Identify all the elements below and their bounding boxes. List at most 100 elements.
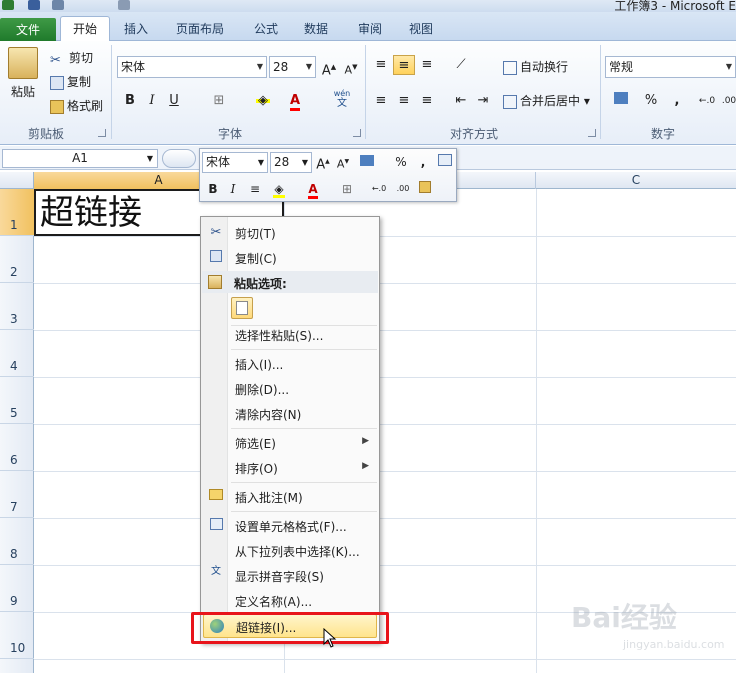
row-header[interactable]: 2: [0, 236, 34, 283]
row-header[interactable]: 1: [0, 189, 34, 236]
decrease-decimal-button[interactable]: .00: [718, 91, 736, 111]
copy-button[interactable]: 复制: [50, 73, 91, 91]
orientation-button[interactable]: ⟋: [450, 55, 472, 75]
menu-item-cut[interactable]: ✂ 剪切(T): [203, 221, 377, 245]
tab-formulas[interactable]: 公式: [248, 17, 284, 41]
tab-data[interactable]: 数据: [298, 17, 334, 41]
accounting-format-button[interactable]: [610, 91, 632, 111]
italic-button[interactable]: I: [141, 91, 163, 111]
row-header[interactable]: 7: [0, 471, 34, 518]
row-header[interactable]: 3: [0, 283, 34, 330]
name-box[interactable]: A1 ▼: [2, 149, 158, 168]
tab-file[interactable]: 文件: [0, 18, 56, 41]
mini-format-button[interactable]: [358, 153, 376, 171]
row-header[interactable]: 5: [0, 377, 34, 424]
mini-italic-button[interactable]: I: [224, 180, 242, 198]
menu-item-show-phonetic[interactable]: 文 显示拼音字段(S): [203, 564, 377, 588]
gridline: [34, 283, 736, 284]
menu-item-copy[interactable]: 复制(C): [203, 246, 377, 270]
align-top-button[interactable]: ≡: [370, 55, 392, 75]
row-header[interactable]: 9: [0, 565, 34, 612]
alignment-launcher-icon[interactable]: [588, 129, 596, 137]
save-icon[interactable]: [28, 0, 40, 10]
merge-icon: [503, 94, 517, 109]
row-header[interactable]: 10: [0, 612, 34, 659]
font-launcher-icon[interactable]: [353, 129, 361, 137]
mini-comma-button[interactable]: ,: [414, 153, 432, 171]
phonetic-button[interactable]: wén 文: [328, 89, 356, 109]
currency-icon: [614, 92, 628, 104]
mini-percent-button[interactable]: %: [392, 153, 410, 171]
customize-qat-icon[interactable]: [118, 0, 130, 10]
column-header-c[interactable]: C: [536, 172, 736, 189]
align-left-button[interactable]: ≡: [370, 91, 392, 111]
mini-font-combo[interactable]: 宋体 ▼: [202, 152, 268, 173]
font-color-button[interactable]: A: [284, 91, 306, 111]
wrap-text-button[interactable]: 自动换行: [503, 58, 568, 76]
cut-button[interactable]: ✂ 剪切: [50, 49, 93, 68]
bold-button[interactable]: B: [119, 91, 141, 111]
menu-item-delete[interactable]: 删除(D)...: [203, 377, 377, 401]
menu-item-filter[interactable]: 筛选(E) ▶: [203, 431, 377, 455]
row-header[interactable]: 8: [0, 518, 34, 565]
align-middle-button[interactable]: ≡: [393, 55, 415, 75]
row-header[interactable]: 4: [0, 330, 34, 377]
align-bottom-button[interactable]: ≡: [416, 55, 438, 75]
menu-item-insert[interactable]: 插入(I)...: [203, 352, 377, 376]
menu-item-insert-comment[interactable]: 插入批注(M): [203, 485, 377, 509]
chevron-down-icon: ▼: [725, 62, 732, 71]
tab-view[interactable]: 视图: [403, 17, 439, 41]
mini-size-combo[interactable]: 28 ▼: [270, 152, 312, 173]
mini-format-cells-icon[interactable]: [436, 153, 454, 171]
underline-button[interactable]: U: [163, 91, 185, 111]
mini-fill-color-button[interactable]: ◈: [270, 180, 288, 198]
tab-page-layout[interactable]: 页面布局: [170, 17, 230, 41]
font-name-combo[interactable]: 宋体 ▼: [117, 56, 267, 78]
select-all-corner[interactable]: [0, 172, 34, 189]
watermark-logo: Bai经验: [571, 601, 677, 634]
increase-indent-button[interactable]: ⇥: [472, 91, 494, 111]
shrink-font-button[interactable]: A▼: [340, 57, 362, 77]
menu-item-format-cells[interactable]: 设置单元格格式(F)...: [203, 514, 377, 538]
decrease-indent-button[interactable]: ⇤: [450, 91, 472, 111]
mini-borders-button[interactable]: ⊞: [338, 180, 356, 198]
row-header[interactable]: 6: [0, 424, 34, 471]
mini-shrink-font-button[interactable]: A▼: [334, 153, 352, 171]
alignment-group-label: 对齐方式: [450, 127, 499, 141]
mini-bold-button[interactable]: B: [204, 180, 222, 198]
merge-center-button[interactable]: 合并后居中 ▾: [503, 92, 590, 110]
tab-review[interactable]: 审阅: [352, 17, 388, 41]
mini-grow-font-button[interactable]: A▲: [314, 153, 332, 172]
percent-button[interactable]: %: [640, 91, 662, 111]
menu-item-define-name[interactable]: 定义名称(A)...: [203, 589, 377, 613]
paste-button[interactable]: 粘贴: [11, 83, 35, 101]
formula-expand-control[interactable]: [162, 149, 196, 168]
comma-button[interactable]: ,: [666, 91, 688, 111]
number-format-combo[interactable]: 常规 ▼: [605, 56, 736, 78]
font-size-combo[interactable]: 28 ▼: [269, 56, 316, 78]
borders-button[interactable]: ⊞: [208, 91, 230, 111]
mini-format-painter-button[interactable]: [416, 180, 434, 198]
menu-item-paste-special[interactable]: 选择性粘贴(S)...: [203, 323, 377, 347]
mini-increase-decimal-button[interactable]: ←.0: [370, 180, 388, 198]
gridline: [34, 659, 736, 660]
grow-font-button[interactable]: A▲: [318, 57, 340, 78]
tab-insert[interactable]: 插入: [118, 17, 154, 41]
format-painter-button[interactable]: 格式刷: [50, 97, 103, 115]
mini-decrease-decimal-button[interactable]: .00: [394, 180, 412, 198]
align-center-button[interactable]: ≡: [393, 91, 415, 111]
paste-option-icon[interactable]: [231, 297, 253, 319]
mini-center-button[interactable]: ≡: [246, 180, 264, 198]
menu-item-sort[interactable]: 排序(O) ▶: [203, 456, 377, 480]
tab-home[interactable]: 开始: [60, 16, 110, 42]
paste-icon[interactable]: [8, 47, 38, 79]
mini-font-color-button[interactable]: A: [304, 180, 322, 199]
menu-item-pick-from-list[interactable]: 从下拉列表中选择(K)...: [203, 539, 377, 563]
menu-item-clear-contents[interactable]: 清除内容(N): [203, 402, 377, 426]
clipboard-launcher-icon[interactable]: [98, 129, 106, 137]
fill-color-button[interactable]: ◈: [252, 91, 274, 111]
align-right-button[interactable]: ≡: [416, 91, 438, 111]
increase-decimal-button[interactable]: ←.0: [696, 91, 718, 111]
paste-icon: [208, 275, 222, 289]
undo-icon[interactable]: [52, 0, 64, 10]
